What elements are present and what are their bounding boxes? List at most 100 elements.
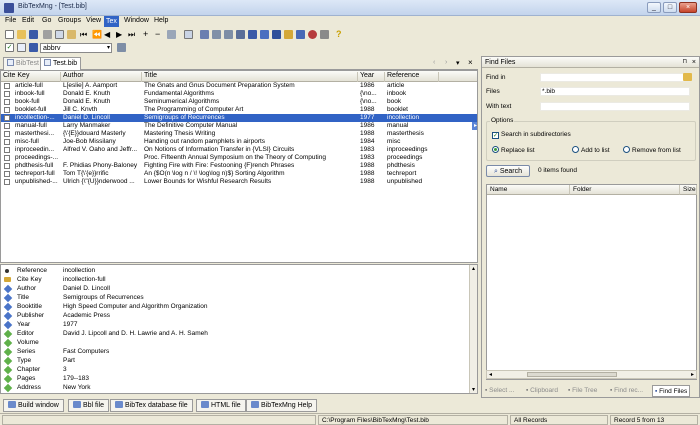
save-icon[interactable]	[29, 30, 38, 39]
tab-find-records[interactable]: ▪ Find rec...	[610, 385, 643, 397]
found-files-list[interactable]: Name Folder Size	[486, 184, 697, 380]
table-row[interactable]: masterthesi... {\'{E}}douard Masterly Mast…	[1, 130, 477, 138]
table-row[interactable]: book-full Donald E. Knuth Seminumerical Al…	[1, 98, 477, 106]
property-row[interactable]: Author Daniel D. Lincoll	[1, 284, 471, 294]
tab-select[interactable]: ▪ Select ...	[485, 385, 514, 397]
scroll-thumb[interactable]	[527, 372, 617, 377]
property-row[interactable]: Reference incollection	[1, 267, 471, 276]
column-author[interactable]: Author	[61, 72, 142, 82]
remove-from-list-radio[interactable]: Remove from list	[623, 146, 681, 154]
filter-icon[interactable]	[296, 30, 305, 39]
copy-icon[interactable]	[55, 30, 64, 39]
property-row[interactable]: Chapter 3	[1, 365, 471, 375]
prev-page-icon[interactable]: ⏪	[92, 30, 102, 39]
search-button[interactable]: ⌕ Search	[486, 165, 530, 177]
table-row[interactable]: unpublished-... Ulrich {\"{U}}nderwood ..…	[1, 178, 477, 186]
property-value[interactable]: 3	[63, 366, 67, 375]
column-title[interactable]: Title	[142, 72, 358, 82]
replace-list-radio[interactable]: Replace list	[492, 146, 535, 154]
bookmark-icon[interactable]	[284, 30, 293, 39]
last-record-icon[interactable]: ⏭	[128, 30, 137, 39]
property-row[interactable]: Type Part	[1, 356, 471, 366]
property-value[interactable]: Academic Press	[63, 312, 110, 321]
property-row[interactable]: Volume	[1, 338, 471, 348]
row-checkbox[interactable]	[4, 171, 10, 177]
files-input[interactable]: *.bib	[540, 87, 690, 96]
minimize-button[interactable]: _	[647, 2, 661, 13]
row-checkbox[interactable]	[4, 139, 10, 145]
view-options-icon[interactable]	[117, 43, 126, 52]
find-icon[interactable]	[272, 30, 281, 39]
property-value[interactable]: Daniel D. Lincoll	[63, 285, 110, 294]
scroll-right-icon[interactable]: ▸	[691, 371, 694, 378]
import-icon[interactable]	[224, 30, 233, 39]
table-row[interactable]: phdthesis-full F. Phidias Phony-Baloney Fi…	[1, 162, 477, 170]
tools-icon[interactable]	[308, 30, 317, 39]
property-value[interactable]: incollection	[63, 267, 95, 276]
property-value[interactable]: High Speed Computer and Algorithm Organi…	[63, 303, 208, 312]
menu-edit[interactable]: Edit	[22, 17, 34, 24]
found-files-hscroll[interactable]: ◂ ▸	[486, 370, 697, 379]
delete-record-icon[interactable]: −	[155, 30, 164, 39]
row-checkbox[interactable]	[4, 107, 10, 113]
menu-groups[interactable]: Groups	[58, 17, 81, 24]
row-checkbox[interactable]	[4, 83, 10, 89]
table-row[interactable]: proceedings-... Proc. Fifteenth Annual Sy…	[1, 154, 477, 162]
property-value[interactable]: 1977	[63, 321, 77, 330]
tab-bibtex-database[interactable]: BibTex database file	[110, 399, 193, 412]
open-folder-icon[interactable]	[17, 30, 26, 39]
property-value[interactable]: David J. Lipcoll and D. H. Lawrie and A.…	[63, 330, 208, 339]
paste-icon[interactable]	[67, 30, 76, 39]
settings-icon[interactable]	[320, 30, 329, 39]
export-icon[interactable]	[236, 30, 245, 39]
calendar-icon[interactable]	[184, 30, 193, 39]
row-checkbox[interactable]	[4, 123, 10, 129]
table-row[interactable]: incollection-... Daniel D. Lincoll Semigro…	[1, 114, 477, 122]
column-name[interactable]: Name	[487, 185, 570, 195]
with-text-input[interactable]	[540, 102, 690, 111]
tab-bibtest[interactable]: BibTest	[3, 57, 43, 70]
property-row[interactable]: Cite Key incollection-full	[1, 276, 471, 285]
tab-html-file[interactable]: HTML file	[196, 399, 246, 412]
menu-help[interactable]: Help	[154, 17, 168, 24]
column-folder[interactable]: Folder	[570, 185, 680, 195]
menu-file[interactable]: File	[5, 17, 16, 24]
menu-go[interactable]: Go	[42, 17, 51, 24]
scroll-tabs-right-icon[interactable]: ›	[445, 59, 447, 66]
tree-icon[interactable]	[200, 30, 209, 39]
property-value[interactable]: New York	[63, 384, 90, 393]
check-icon[interactable]: ✓	[5, 43, 14, 52]
close-button[interactable]: ×	[679, 2, 697, 13]
scroll-tabs-left-icon[interactable]: ‹	[433, 59, 435, 66]
column-size[interactable]: Size	[680, 185, 697, 195]
close-tab-icon[interactable]: ×	[468, 58, 473, 67]
row-checkbox[interactable]	[4, 163, 10, 169]
property-row[interactable]: Pages 179--183	[1, 374, 471, 384]
table-row[interactable]: manual-full Larry Manmaker The Definitive …	[1, 122, 477, 130]
list-icon[interactable]	[212, 30, 221, 39]
new-file-icon[interactable]	[5, 30, 14, 39]
table-row[interactable]: techreport-full Tom T{\'{e}}rrific An {$O(…	[1, 170, 477, 178]
pin-icon[interactable]: ⊓	[682, 57, 687, 68]
property-row[interactable]: Address New York	[1, 383, 471, 393]
tab-list-icon[interactable]: ▾	[456, 59, 460, 67]
table-row[interactable]: misc-full Joe-Bob Missilany Handing out ra…	[1, 138, 477, 146]
tab-bbl-file[interactable]: Bbl file	[68, 399, 110, 412]
table-row[interactable]: inbook-full Donald E. Knuth Fundamental Al…	[1, 90, 477, 98]
property-value[interactable]: incollection-full	[63, 276, 106, 285]
cut-icon[interactable]	[43, 30, 52, 39]
row-checkbox[interactable]	[4, 147, 10, 153]
print-icon[interactable]	[248, 30, 257, 39]
property-value[interactable]: Fast Computers	[63, 348, 109, 357]
browse-folder-icon[interactable]	[683, 73, 692, 81]
binoculars-icon[interactable]	[260, 30, 269, 39]
add-record-icon[interactable]: +	[143, 30, 152, 39]
maximize-button[interactable]: □	[663, 2, 677, 13]
tab-test-bib[interactable]: Test.bib	[40, 57, 82, 71]
property-row[interactable]: Series Fast Computers	[1, 347, 471, 357]
style-icon[interactable]	[29, 43, 38, 52]
tab-clipboard[interactable]: ▪ Clipboard	[526, 385, 558, 397]
help-icon[interactable]: ?	[336, 30, 345, 39]
property-row[interactable]: Title Semigroups of Recurrences	[1, 293, 471, 303]
scroll-down-icon[interactable]: ▾	[470, 386, 477, 393]
